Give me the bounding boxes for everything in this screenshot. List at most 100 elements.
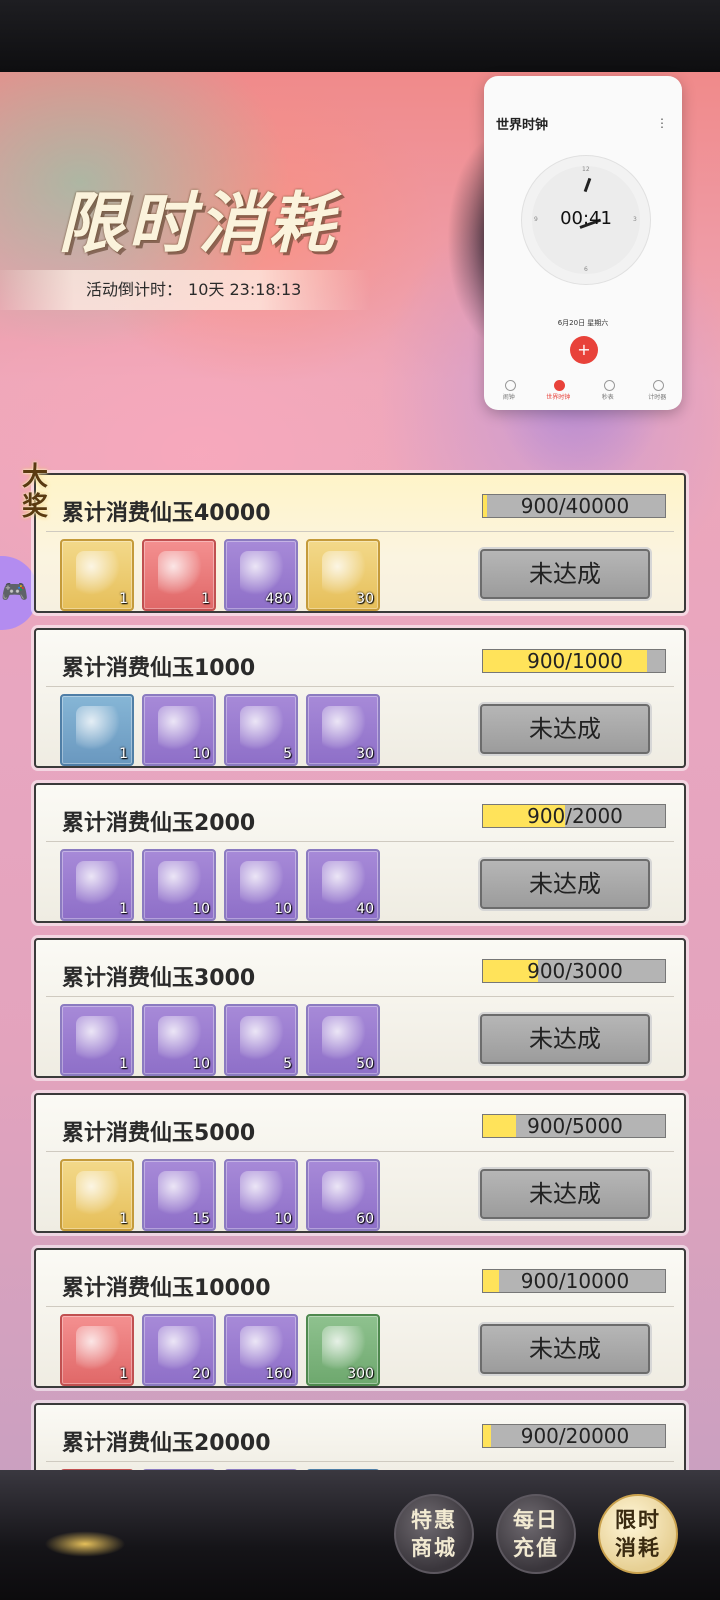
nav-daily-recharge-button[interactable]: 每日 充值	[496, 1494, 576, 1574]
reward-items: 1 10 10 40	[60, 849, 380, 921]
reward-tier-card: 累计消费仙玉40000 900/40000 1 1 480 30 未达成	[34, 473, 686, 613]
divider	[46, 686, 674, 687]
jade-leaf-icon	[240, 1171, 284, 1215]
widget-title: 世界时钟	[496, 118, 549, 133]
more-icon[interactable]: ⋮	[656, 116, 668, 130]
reward-item[interactable]: 10	[142, 849, 216, 921]
tier-title: 累计消费仙玉5000	[62, 1121, 256, 1146]
reward-item[interactable]: 480	[224, 539, 298, 611]
reward-item[interactable]: 10	[224, 1159, 298, 1231]
reward-item[interactable]: 15	[142, 1159, 216, 1231]
plus-icon[interactable]: +	[570, 336, 598, 364]
divider	[46, 841, 674, 842]
progress-text: 900/3000	[527, 959, 623, 983]
tab-world-clock[interactable]: 世界时钟	[534, 378, 584, 408]
treasure-chest-icon	[76, 1016, 120, 1060]
progress-text: 900/10000	[520, 1269, 630, 1293]
item-count: 50	[356, 1056, 374, 1072]
reward-item[interactable]: 300	[306, 1314, 380, 1386]
claim-status-button[interactable]: 未达成	[480, 1014, 650, 1064]
reward-item[interactable]: 50	[306, 1004, 380, 1076]
claim-status-button[interactable]: 未达成	[480, 1169, 650, 1219]
progress-text: 900/20000	[520, 1424, 630, 1448]
reward-item[interactable]: 5	[224, 694, 298, 766]
item-count: 10	[274, 901, 292, 917]
clock-date: 6月20日 星期六	[557, 319, 609, 327]
silver-chest-icon	[240, 861, 284, 905]
tier-title: 累计消费仙玉1000	[62, 656, 256, 681]
reward-item[interactable]: 1	[60, 694, 134, 766]
nav-label-top: 限时	[615, 1507, 661, 1532]
item-count: 40	[356, 901, 374, 917]
jade-leaf-icon	[158, 706, 202, 750]
clock-time: 00:41	[560, 208, 612, 229]
silver-chest-icon	[240, 706, 284, 750]
event-title: 限时消耗	[58, 184, 338, 262]
tier-progress-bar: 900/2000	[482, 804, 666, 828]
scroll-ticket-icon	[322, 1016, 366, 1060]
claim-status-button[interactable]: 未达成	[480, 859, 650, 909]
nav-label-bottom: 消耗	[615, 1535, 661, 1560]
reward-item[interactable]: 160	[224, 1314, 298, 1386]
tab-alarm[interactable]: 闹钟	[484, 378, 534, 408]
reward-items: 1 15 10 60	[60, 1159, 380, 1231]
progress-text: 900/5000	[527, 1114, 623, 1138]
reward-item[interactable]: 10	[142, 694, 216, 766]
reward-item[interactable]: 1	[142, 539, 216, 611]
item-count: 10	[192, 901, 210, 917]
nav-special-shop-button[interactable]: 特惠 商城	[394, 1494, 474, 1574]
reward-item[interactable]: 30	[306, 539, 380, 611]
black-token-icon	[158, 1016, 202, 1060]
claim-status-button[interactable]: 未达成	[480, 549, 650, 599]
clock-tabs: 闹钟 世界时钟 秒表 计时器	[484, 378, 682, 408]
divider	[46, 531, 674, 532]
divider	[46, 996, 674, 997]
gold-dust-icon	[322, 551, 366, 595]
tab-stopwatch[interactable]: 秒表	[583, 378, 633, 408]
divider	[46, 1151, 674, 1152]
divider	[46, 1306, 674, 1307]
reward-item[interactable]: 20	[142, 1314, 216, 1386]
reward-items: 1 10 5 50	[60, 1004, 380, 1076]
tier-progress-bar: 900/1000	[482, 649, 666, 673]
claim-status-button[interactable]: 未达成	[480, 1324, 650, 1374]
reward-item[interactable]: 10	[224, 849, 298, 921]
incense-burner-icon	[76, 861, 120, 905]
tier-title: 累计消费仙玉2000	[62, 811, 256, 836]
countdown-value: 10天 23:18:13	[188, 280, 302, 299]
reward-item[interactable]: 10	[142, 1004, 216, 1076]
reward-item[interactable]: 1	[60, 539, 134, 611]
tier-title: 累计消费仙玉20000	[62, 1431, 271, 1456]
reward-item[interactable]: 1	[60, 1004, 134, 1076]
scroll-ticket-icon	[322, 706, 366, 750]
world-clock-widget[interactable]: 世界时钟 ⋮ 12 3 6 9 00:41 6月20日 星期六 + 闹钟 世界时…	[484, 76, 682, 410]
item-count: 10	[192, 1056, 210, 1072]
reward-item[interactable]: 1	[60, 1159, 134, 1231]
reward-item[interactable]: 60	[306, 1159, 380, 1231]
reward-item[interactable]: 5	[224, 1004, 298, 1076]
dial-mark: 6	[584, 266, 588, 273]
reward-item[interactable]: 40	[306, 849, 380, 921]
status-bar-area	[0, 0, 720, 72]
treasure-chest-icon	[76, 1171, 120, 1215]
reward-item[interactable]: 30	[306, 694, 380, 766]
tab-timer[interactable]: 计时器	[633, 378, 683, 408]
item-count: 60	[356, 1211, 374, 1227]
nav-label-top: 每日	[513, 1507, 559, 1532]
item-count: 1	[119, 1366, 128, 1382]
black-token-icon	[158, 1326, 202, 1370]
golden-crystal-icon	[240, 1326, 284, 1370]
item-count: 480	[265, 591, 292, 607]
item-count: 30	[356, 746, 374, 762]
item-count: 5	[283, 746, 292, 762]
item-count: 160	[265, 1366, 292, 1382]
golden-crystal-icon	[240, 551, 284, 595]
claim-status-button[interactable]: 未达成	[480, 704, 650, 754]
reward-item[interactable]: 1	[60, 849, 134, 921]
reward-item[interactable]: 1	[60, 1314, 134, 1386]
progress-text: 900/2000	[527, 804, 623, 828]
gift-book-icon	[76, 551, 120, 595]
dial-mark: 12	[582, 166, 590, 173]
tier-title: 累计消费仙玉3000	[62, 966, 256, 991]
nav-limited-consume-button[interactable]: 限时 消耗	[598, 1494, 678, 1574]
